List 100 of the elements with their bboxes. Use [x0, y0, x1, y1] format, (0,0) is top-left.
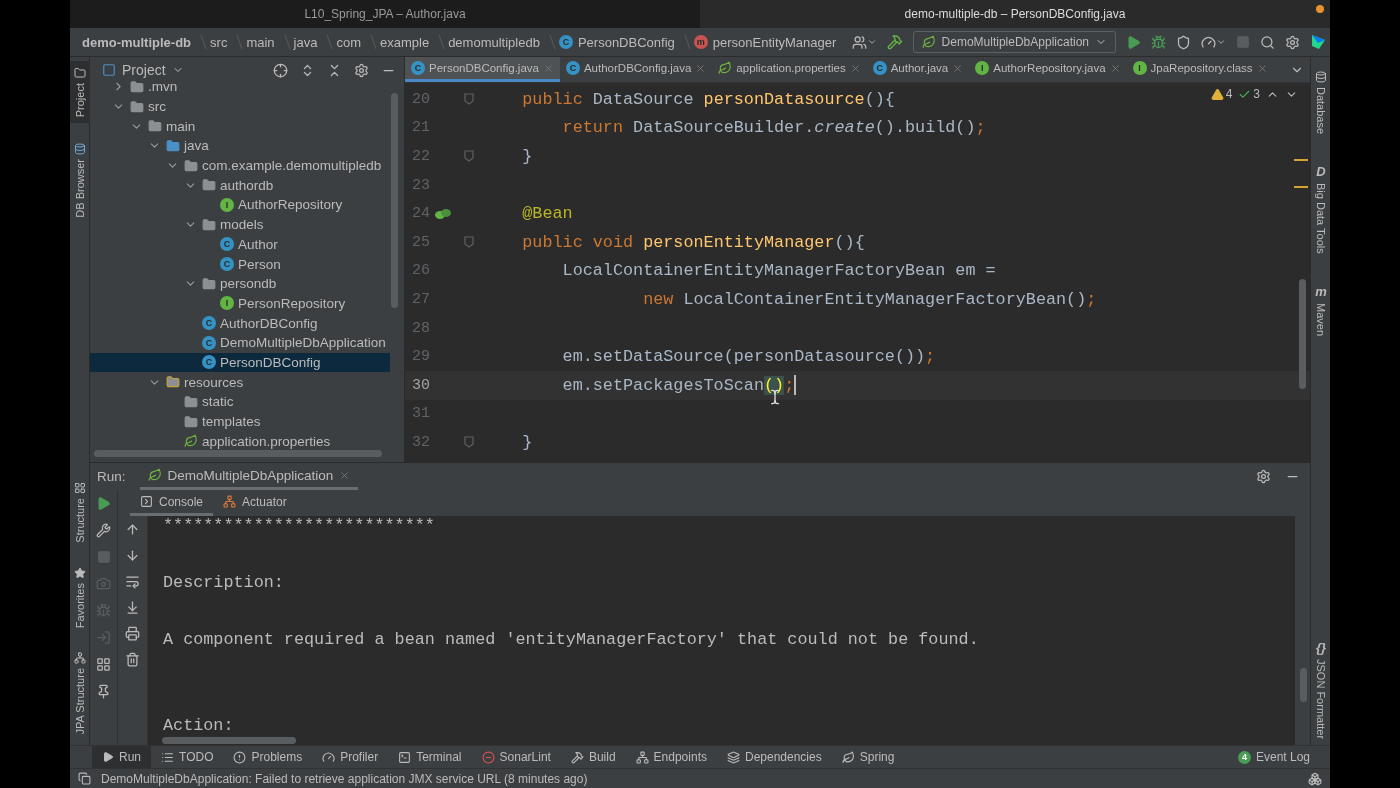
tool-window-tab[interactable]: Build	[560, 745, 626, 769]
warning-count[interactable]: 4	[1210, 87, 1233, 101]
breadcrumb[interactable]: com	[336, 34, 361, 50]
tree-item[interactable]: src	[90, 96, 390, 117]
tree-item[interactable]: .mvn	[90, 77, 390, 97]
services-icon[interactable]	[1308, 771, 1322, 786]
breadcrumb[interactable]: demomultipledb	[448, 34, 540, 50]
scrollbar[interactable]	[391, 93, 398, 308]
warning-marker[interactable]	[1294, 186, 1308, 188]
scrollbar[interactable]	[1299, 279, 1306, 389]
user-dropdown-icon[interactable]	[851, 34, 877, 50]
tool-window-tab[interactable]: Dependencies	[716, 745, 832, 769]
tree-item[interactable]: C AuthorDBConfig	[90, 313, 390, 333]
tool-window-tab[interactable]: Endpoints	[625, 745, 717, 769]
tree-item[interactable]: C Author	[90, 234, 390, 255]
tool-window-button[interactable]: Database	[1311, 65, 1331, 141]
tree-item[interactable]: I AuthorRepository	[90, 195, 390, 215]
breadcrumb[interactable]: m personEntityManager	[693, 34, 837, 50]
run-configuration-dropdown[interactable]: DemoMultipleDbApplication	[912, 31, 1116, 53]
play-icon[interactable]	[1126, 34, 1141, 50]
tree-item[interactable]: authordb	[90, 175, 390, 196]
tree-item[interactable]: application.properties	[90, 431, 390, 452]
trash-icon[interactable]	[125, 652, 140, 667]
app-logo-icon[interactable]	[1310, 34, 1326, 50]
rerun-icon[interactable]	[96, 496, 111, 511]
tree-item[interactable]: C DemoMultipleDbApplication	[90, 332, 390, 353]
tool-window-button[interactable]: D Big Data Tools	[1311, 158, 1331, 260]
editor-tab[interactable]: application.properties	[712, 57, 867, 82]
fold-icon[interactable]	[464, 436, 474, 449]
settings-icon[interactable]	[1256, 469, 1271, 484]
breadcrumb[interactable]: C PersonDBConfig	[558, 34, 675, 50]
arrow-down-icon[interactable]	[125, 548, 140, 563]
tree-item[interactable]: models	[90, 214, 390, 235]
print-icon[interactable]	[125, 626, 140, 641]
search-icon[interactable]	[1260, 34, 1275, 50]
count-badge: 4	[1237, 750, 1251, 764]
locate-icon[interactable]	[273, 62, 288, 78]
tool-window-tab[interactable]: TODO	[151, 745, 224, 769]
breadcrumb[interactable]: src	[210, 34, 228, 50]
tool-window-button[interactable]: m Maven	[1311, 277, 1331, 342]
tool-window-button[interactable]: DB Browser	[70, 137, 90, 224]
tool-window-tab[interactable]: Run	[92, 745, 151, 769]
project-view-dropdown[interactable]: Project	[102, 62, 184, 78]
fold-icon[interactable]	[464, 93, 474, 106]
scrollbar[interactable]	[162, 737, 296, 744]
weak-warning-count[interactable]: 3	[1238, 87, 1260, 101]
settings-icon[interactable]	[354, 62, 369, 78]
tree-item[interactable]: resources	[90, 372, 390, 392]
scrollbar[interactable]	[94, 450, 382, 457]
warning-marker[interactable]	[1294, 159, 1308, 161]
console-tab[interactable]: Actuator	[213, 490, 297, 516]
tool-window-button[interactable]: JPA Structure	[70, 645, 90, 741]
line-number: 23	[411, 176, 430, 194]
fold-icon[interactable]	[464, 236, 474, 249]
tool-window-tab[interactable]: Problems	[223, 745, 313, 769]
tree-item[interactable]: templates	[90, 411, 390, 432]
breadcrumb[interactable]: example	[380, 34, 430, 50]
tree-item[interactable]: java	[90, 136, 390, 156]
tool-window-tab[interactable]: SonarLint	[471, 745, 561, 769]
tree-item[interactable]: C Person	[90, 254, 390, 274]
editor-tab[interactable]: C Author.java	[866, 57, 970, 82]
code-line: }	[521, 147, 533, 166]
tool-window-tab[interactable]: Profiler	[312, 745, 389, 769]
wrench-icon[interactable]	[96, 523, 111, 538]
editor-tab[interactable]: C PersonDBConfig.java	[405, 57, 560, 82]
breadcrumb[interactable]: demo-multiple-db	[82, 34, 192, 50]
tree-item[interactable]: main	[90, 116, 390, 137]
tool-window-button[interactable]: Structure	[70, 476, 90, 549]
tree-item[interactable]: persondb	[90, 273, 390, 294]
breadcrumb[interactable]: java	[293, 34, 318, 50]
bean-icon[interactable]	[434, 206, 452, 221]
editor-tab[interactable]: I JpaRepository.class	[1126, 57, 1274, 82]
tree-item[interactable]: static	[90, 392, 390, 412]
tree-item[interactable]: C PersonDBConfig	[90, 352, 390, 373]
notification-dot	[1316, 5, 1324, 13]
layout-icon[interactable]	[96, 657, 111, 672]
bug-icon[interactable]	[1151, 34, 1166, 50]
editor-tab[interactable]: I AuthorRepository.java	[969, 57, 1127, 82]
coverage-icon[interactable]	[1176, 34, 1191, 50]
pin-icon[interactable]	[96, 684, 111, 699]
tool-window-button[interactable]: {} JSON Formatter	[1311, 633, 1331, 745]
panels-icon[interactable]	[78, 772, 91, 785]
tool-window-button[interactable]: Project	[70, 61, 90, 124]
editor-tab[interactable]: C AuthorDBConfig.java	[559, 57, 713, 82]
tool-window-tab[interactable]: Spring	[831, 745, 905, 769]
settings-icon[interactable]	[1285, 34, 1300, 50]
hammer-icon[interactable]	[886, 34, 903, 50]
profiler-dropdown[interactable]	[1201, 34, 1226, 50]
wrap-icon[interactable]	[125, 574, 140, 589]
tree-item[interactable]: com.example.demomultipledb	[90, 155, 390, 176]
scroll-to-end-icon[interactable]	[125, 600, 140, 615]
breadcrumb[interactable]: main	[246, 34, 275, 50]
method-icon: m	[693, 35, 708, 49]
event-log-tab[interactable]: 4 Event Log	[1227, 745, 1320, 769]
tree-item[interactable]: I PersonRepository	[90, 293, 390, 314]
tool-window-tab[interactable]: Terminal	[388, 745, 472, 769]
run-configuration-tab[interactable]: DemoMultipleDbApplication	[139, 463, 359, 490]
fold-icon[interactable]	[464, 150, 474, 163]
tool-window-button[interactable]: Favorites	[70, 560, 90, 634]
scrollbar[interactable]	[1300, 668, 1307, 702]
